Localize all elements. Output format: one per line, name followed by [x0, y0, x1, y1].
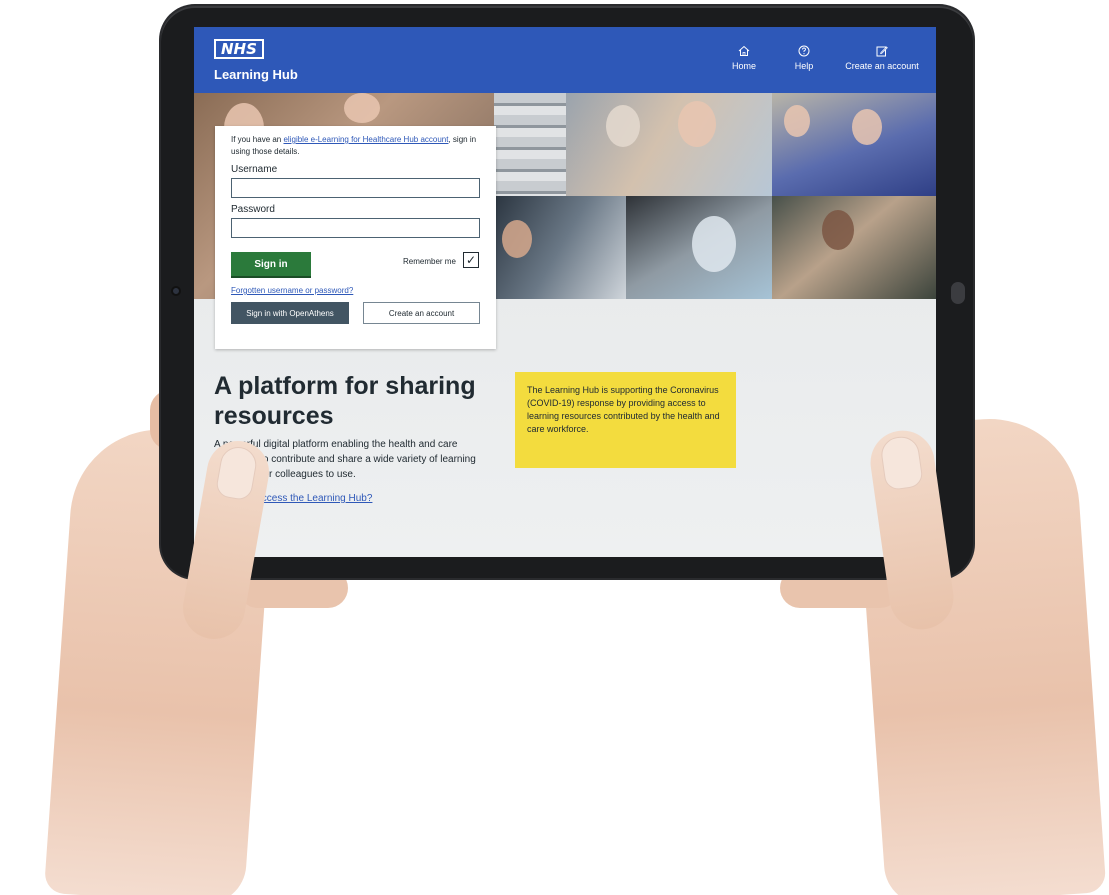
eligible-account-link[interactable]: eligible e-Learning for Healthcare Hub a… — [283, 135, 448, 144]
sign-in-button[interactable]: Sign in — [231, 252, 311, 276]
hero-photo-nurses — [772, 93, 936, 196]
sign-in-row: Sign in Remember me ✓ — [231, 252, 480, 278]
covid-notice-text: The Learning Hub is supporting the Coron… — [527, 385, 720, 434]
openathens-button[interactable]: Sign in with OpenAthens — [231, 302, 349, 324]
password-label: Password — [231, 204, 275, 215]
nav-create-account[interactable]: Create an account — [845, 45, 919, 71]
site-title[interactable]: Learning Hub — [214, 67, 298, 82]
forgotten-credentials-link[interactable]: Forgotten username or password? — [231, 286, 480, 295]
tablet-device: NHS Learning Hub Home Help Create an acc… — [161, 6, 973, 578]
nav-help[interactable]: Help — [791, 45, 817, 71]
hero-photo-nurse-with-patient — [566, 93, 772, 196]
hero-photo-paramedic — [772, 196, 936, 299]
edit-icon — [876, 46, 888, 57]
tablet-home-button — [951, 282, 965, 304]
create-account-button[interactable]: Create an account — [363, 302, 480, 324]
hero-photo-pharmacy-shelves — [494, 93, 566, 196]
help-icon — [798, 45, 810, 57]
left-thumbnail — [214, 444, 260, 502]
alt-sign-in-row: Sign in with OpenAthens Create an accoun… — [231, 302, 480, 326]
sign-in-intro: If you have an eligible e-Learning for H… — [231, 134, 480, 158]
sign-in-intro-prefix: If you have an — [231, 135, 284, 144]
username-label: Username — [231, 164, 278, 175]
hero-photo-radiologist — [494, 196, 626, 299]
sign-in-panel: If you have an eligible e-Learning for H… — [215, 126, 496, 349]
nav-create-label: Create an account — [845, 61, 919, 71]
tablet-screen: NHS Learning Hub Home Help Create an acc… — [194, 27, 936, 557]
remember-me-checkbox[interactable]: ✓ — [463, 252, 479, 268]
page-heading: A platform for sharing resources — [214, 372, 476, 430]
photo-stage: NHS Learning Hub Home Help Create an acc… — [0, 0, 1109, 895]
remember-me-label: Remember me — [403, 257, 456, 266]
site-header: NHS Learning Hub Home Help Create an acc… — [194, 27, 936, 93]
home-icon — [738, 45, 750, 56]
nav-help-label: Help — [794, 61, 814, 71]
hero-photo-surgeon — [626, 196, 772, 299]
right-thumbnail — [879, 434, 924, 492]
username-input[interactable] — [231, 178, 480, 198]
nav-home[interactable]: Home — [732, 45, 756, 71]
nav-home-label: Home — [732, 61, 757, 71]
checkmark-icon: ✓ — [465, 253, 477, 267]
nhs-logo[interactable]: NHS — [214, 39, 264, 59]
covid-notice: The Learning Hub is supporting the Coron… — [515, 372, 736, 468]
camera-icon — [171, 286, 181, 296]
password-input[interactable] — [231, 218, 480, 238]
